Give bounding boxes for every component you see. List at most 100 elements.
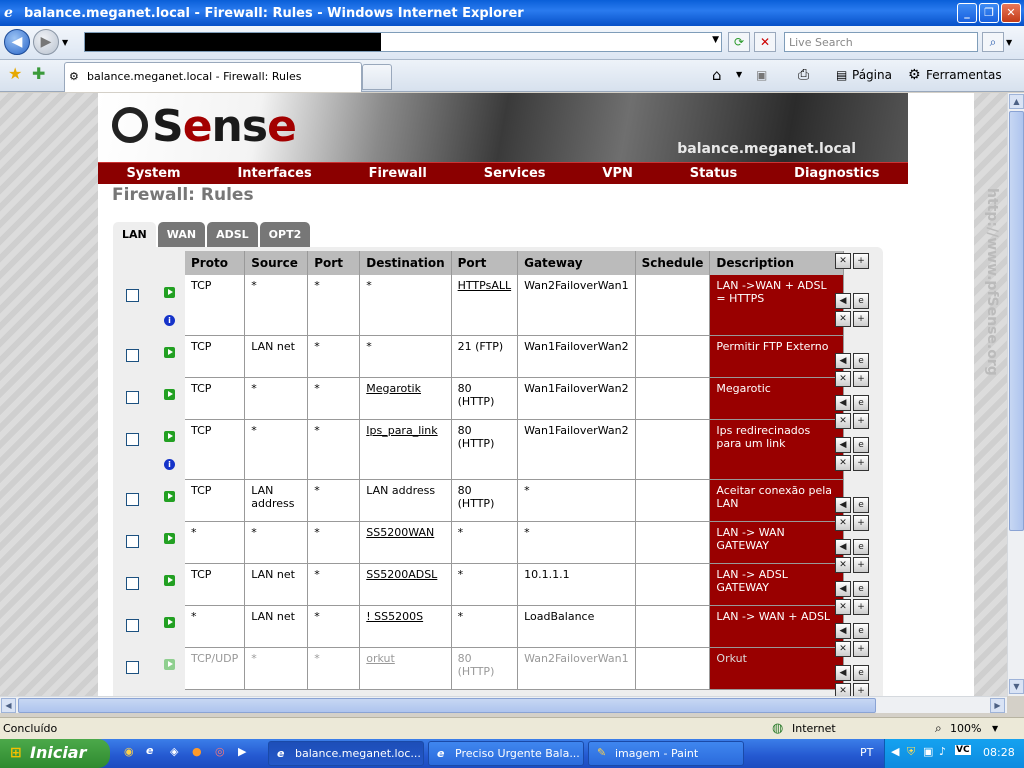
move-rule-icon[interactable]: ◀ — [835, 395, 851, 411]
add-rule-icon[interactable]: + — [853, 683, 869, 696]
scroll-right-icon[interactable]: ▶ — [990, 698, 1005, 713]
horizontal-scrollbar[interactable]: ◀ ▶ — [0, 696, 1007, 713]
refresh-icon[interactable]: ⟳ — [728, 32, 750, 52]
close-button[interactable]: ✕ — [1001, 3, 1021, 23]
feeds-icon[interactable]: ▣ — [756, 66, 767, 84]
rule-pass-icon[interactable] — [164, 431, 175, 442]
tab-wan[interactable]: WAN — [157, 222, 206, 247]
move-rule-icon[interactable]: ◀ — [835, 623, 851, 639]
edit-rule-icon[interactable]: e — [853, 395, 869, 411]
edit-rule-icon[interactable]: e — [853, 665, 869, 681]
language-indicator[interactable]: PT — [860, 746, 873, 759]
tray-volume-icon[interactable]: ♪ — [939, 745, 946, 758]
rule-select-checkbox[interactable] — [126, 661, 139, 674]
add-rule-icon[interactable]: + — [853, 641, 869, 657]
move-rule-icon[interactable]: ◀ — [835, 539, 851, 555]
add-rule-icon[interactable]: + — [853, 515, 869, 531]
add-rule-icon[interactable]: + — [853, 311, 869, 327]
menu-vpn[interactable]: VPN — [602, 166, 632, 181]
quicklaunch-opera-icon[interactable]: ◎ — [215, 745, 225, 758]
rule-info-icon[interactable]: i — [164, 315, 175, 326]
rule-pass-icon[interactable] — [164, 659, 175, 670]
add-rule-icon[interactable]: + — [853, 413, 869, 429]
menu-diagnostics[interactable]: Diagnostics — [794, 166, 879, 181]
favorites-star-icon[interactable]: ★ — [8, 64, 22, 83]
rule-select-checkbox[interactable] — [126, 391, 139, 404]
start-button[interactable]: ⊞ Iniciar — [0, 739, 110, 768]
zoom-level[interactable]: 100% — [950, 722, 981, 735]
taskbar-item-ie-balance[interactable]: e balance.meganet.loc... — [268, 741, 424, 766]
quicklaunch-ie-icon[interactable]: e — [146, 744, 153, 757]
scroll-up-icon[interactable]: ▲ — [1009, 94, 1024, 109]
tray-network-icon[interactable]: ▣ — [923, 745, 933, 758]
add-rule-icon[interactable]: + — [853, 455, 869, 471]
restore-button[interactable]: ❐ — [979, 3, 999, 23]
menu-services[interactable]: Services — [484, 166, 546, 181]
add-rule-icon[interactable]: + — [853, 599, 869, 615]
menu-interfaces[interactable]: Interfaces — [237, 166, 311, 181]
menu-status[interactable]: Status — [690, 166, 738, 181]
scroll-left-icon[interactable]: ◀ — [1, 698, 16, 713]
rule-select-checkbox[interactable] — [126, 433, 139, 446]
address-dropdown-icon[interactable]: ▼ — [712, 35, 719, 45]
taskbar-item-ie-preciso[interactable]: e Preciso Urgente Bala... — [428, 741, 584, 766]
rule-select-checkbox[interactable] — [126, 289, 139, 302]
edit-rule-icon[interactable]: e — [853, 581, 869, 597]
taskbar-item-paint[interactable]: ✎ imagem - Paint — [588, 741, 744, 766]
cell-destination-link[interactable]: orkut — [366, 652, 395, 665]
cell-destination-link[interactable]: Ips_para_link — [366, 424, 437, 437]
cell-destination-link[interactable]: SS5200WAN — [366, 526, 434, 539]
zoom-dropdown-icon[interactable]: ▼ — [992, 724, 998, 733]
move-rule-icon[interactable]: ◀ — [835, 437, 851, 453]
add-rule-icon[interactable]: + — [853, 371, 869, 387]
rule-select-checkbox[interactable] — [126, 577, 139, 590]
vertical-scrollbar[interactable]: ▲ ▼ — [1007, 93, 1024, 696]
cell-destination-link[interactable]: ! SS5200S — [366, 610, 423, 623]
move-rule-icon[interactable]: ◀ — [835, 353, 851, 369]
edit-rule-icon[interactable]: e — [853, 353, 869, 369]
delete-rule-icon[interactable]: ✕ — [835, 599, 851, 615]
stop-icon[interactable]: ✕ — [754, 32, 776, 52]
move-rule-icon[interactable]: ◀ — [835, 581, 851, 597]
rule-pass-icon[interactable] — [164, 491, 175, 502]
home-dropdown-icon[interactable]: ▼ — [736, 66, 742, 84]
delete-rule-icon[interactable]: ✕ — [835, 371, 851, 387]
delete-rule-icon[interactable]: ✕ — [835, 683, 851, 696]
rule-select-checkbox[interactable] — [126, 493, 139, 506]
add-favorite-icon[interactable]: ✚ — [32, 64, 45, 83]
cell-dest-port-link[interactable]: HTTPsALL — [458, 279, 511, 292]
scroll-down-icon[interactable]: ▼ — [1009, 679, 1024, 694]
minimize-button[interactable]: _ — [957, 3, 977, 23]
tab-firewall-rules[interactable]: ⚙ balance.meganet.local - Firewall: Rule… — [64, 62, 362, 92]
move-rule-icon[interactable]: ◀ — [835, 497, 851, 513]
rule-pass-icon[interactable] — [164, 575, 175, 586]
edit-rule-icon[interactable]: e — [853, 623, 869, 639]
rule-pass-icon[interactable] — [164, 533, 175, 544]
tray-vc-icon[interactable]: VC — [955, 745, 971, 755]
quicklaunch-outlook-icon[interactable]: ◉ — [124, 745, 134, 758]
tab-adsl[interactable]: ADSL — [207, 222, 258, 247]
print-icon[interactable]: ⎙ — [798, 66, 809, 84]
new-tab-button[interactable] — [362, 64, 392, 90]
search-options-icon[interactable]: ▼ — [1006, 38, 1012, 47]
move-rule-icon[interactable]: ◀ — [835, 293, 851, 309]
edit-rule-icon[interactable]: e — [853, 497, 869, 513]
tab-opt2[interactable]: OPT2 — [259, 222, 311, 247]
delete-rule-icon[interactable]: ✕ — [835, 515, 851, 531]
edit-rule-icon[interactable]: e — [853, 539, 869, 555]
delete-selected-icon[interactable]: ✕ — [835, 253, 851, 269]
delete-rule-icon[interactable]: ✕ — [835, 557, 851, 573]
rule-pass-icon[interactable] — [164, 347, 175, 358]
quicklaunch-media-icon[interactable]: ▶ — [238, 745, 246, 758]
menu-firewall[interactable]: Firewall — [369, 166, 427, 181]
delete-rule-icon[interactable]: ✕ — [835, 455, 851, 471]
edit-rule-icon[interactable]: e — [853, 437, 869, 453]
search-icon[interactable]: ⌕ — [982, 32, 1004, 52]
vertical-scroll-thumb[interactable] — [1009, 111, 1024, 531]
rule-pass-icon[interactable] — [164, 389, 175, 400]
rule-pass-icon[interactable] — [164, 617, 175, 628]
menu-system[interactable]: System — [126, 166, 180, 181]
cell-destination-link[interactable]: SS5200ADSL — [366, 568, 437, 581]
add-rule-icon[interactable]: + — [853, 557, 869, 573]
move-rule-icon[interactable]: ◀ — [835, 665, 851, 681]
